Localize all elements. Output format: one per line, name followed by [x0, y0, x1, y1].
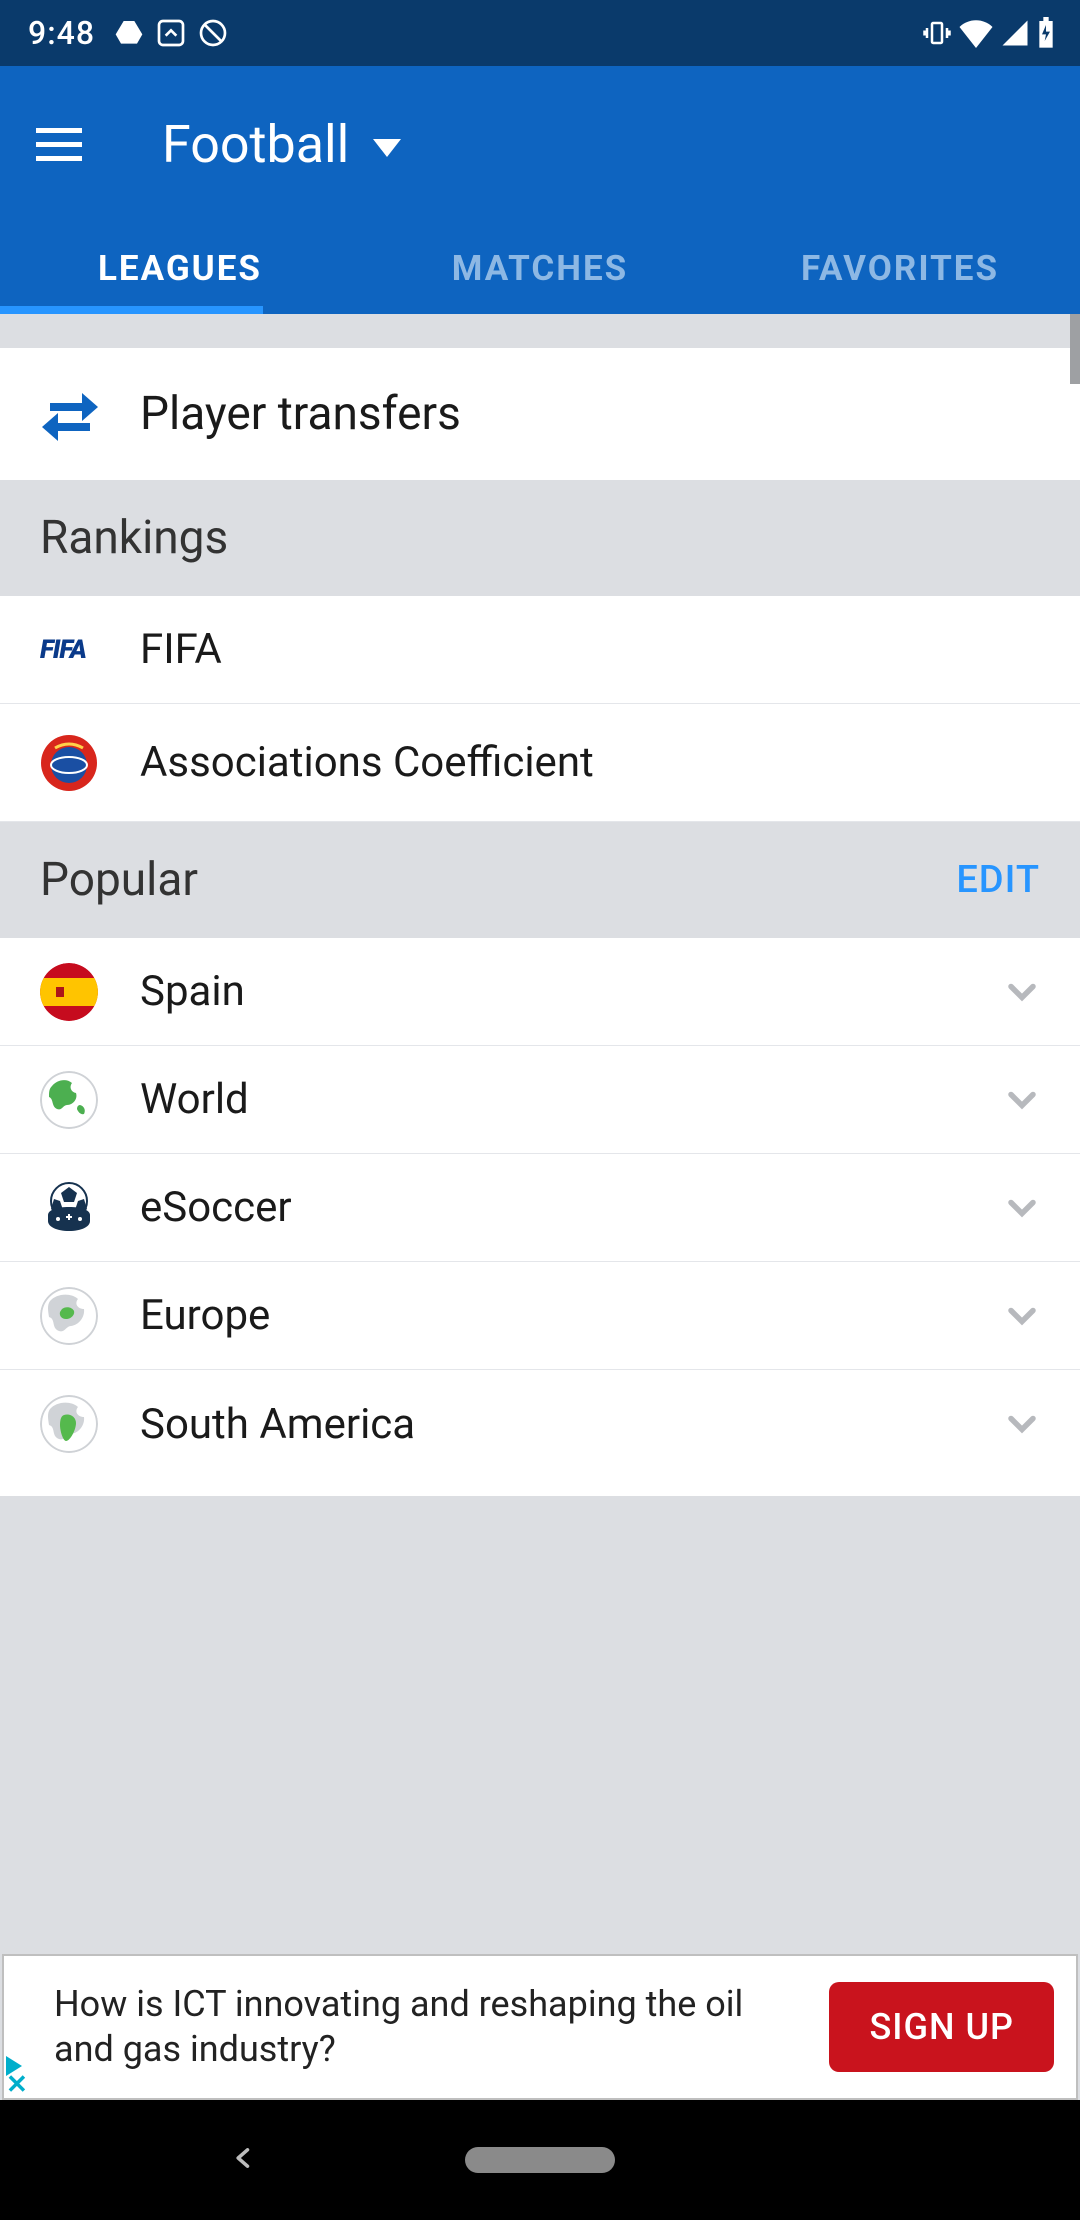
- tab-matches[interactable]: MATCHES: [360, 222, 720, 314]
- uefa-icon: [40, 734, 98, 792]
- row-label: Europe: [140, 1291, 1000, 1340]
- row-south-america[interactable]: South America: [0, 1370, 1080, 1478]
- drive-icon: [113, 17, 145, 49]
- system-nav-bar: [0, 2100, 1080, 2220]
- ad-text: How is ICT innovating and reshaping the …: [54, 1982, 829, 2072]
- row-world[interactable]: World: [0, 1046, 1080, 1154]
- app-icon: [155, 17, 187, 49]
- status-bar: 9:48: [0, 0, 1080, 66]
- transfers-icon: [40, 387, 100, 441]
- section-rankings-header: Rankings: [0, 480, 1080, 596]
- row-associations-coefficient[interactable]: Associations Coefficient: [0, 704, 1080, 822]
- section-title: Popular: [40, 853, 198, 907]
- menu-button[interactable]: [36, 116, 92, 172]
- row-label: FIFA: [140, 625, 1044, 674]
- globe-europe-icon: [40, 1287, 98, 1345]
- fifa-icon: FIFA: [40, 635, 86, 665]
- status-time: 9:48: [28, 14, 95, 52]
- tab-favorites[interactable]: FAVORITES: [720, 222, 1080, 314]
- tabs: LEAGUES MATCHES FAVORITES: [0, 222, 1080, 314]
- ad-signup-button[interactable]: SIGN UP: [829, 1982, 1054, 2072]
- status-system-icons: [922, 17, 1056, 49]
- section-popular-header: Popular EDIT: [0, 822, 1080, 938]
- sport-selector[interactable]: Football: [162, 114, 401, 175]
- chevron-down-icon: [1000, 1402, 1044, 1446]
- status-app-icons: [113, 17, 229, 49]
- section-title: Rankings: [40, 511, 228, 565]
- row-label: Spain: [140, 967, 1000, 1016]
- row-player-transfers[interactable]: Player transfers: [0, 348, 1080, 480]
- app-title: Football: [162, 114, 349, 175]
- row-label: World: [140, 1075, 1000, 1124]
- battery-charging-icon: [1036, 17, 1056, 49]
- chevron-down-icon: [1000, 970, 1044, 1014]
- vibrate-icon: [922, 18, 952, 48]
- home-pill[interactable]: [465, 2147, 615, 2173]
- cell-signal-icon: [1000, 18, 1030, 48]
- scrollbar[interactable]: [1070, 314, 1080, 384]
- content: Player transfers Rankings FIFA FIFA: [0, 314, 1080, 1954]
- wifi-icon: [958, 18, 994, 48]
- flag-spain-icon: [40, 963, 98, 1021]
- ad-close-icon[interactable]: ✕: [6, 2070, 28, 2100]
- globe-icon: [40, 1071, 98, 1129]
- row-esoccer[interactable]: eSoccer: [0, 1154, 1080, 1262]
- row-spain[interactable]: Spain: [0, 938, 1080, 1046]
- chevron-down-icon: [1000, 1294, 1044, 1338]
- row-label: South America: [140, 1400, 1000, 1449]
- chevron-down-icon: [1000, 1186, 1044, 1230]
- sync-off-icon: [197, 17, 229, 49]
- chevron-down-icon: [1000, 1078, 1044, 1122]
- row-label: eSoccer: [140, 1183, 1000, 1232]
- app-header: Football LEAGUES MATCHES FAVORITES: [0, 66, 1080, 314]
- ad-banner[interactable]: ✕ How is ICT innovating and reshaping th…: [2, 1954, 1078, 2100]
- row-fifa[interactable]: FIFA FIFA: [0, 596, 1080, 704]
- row-label: Player transfers: [140, 387, 1044, 441]
- back-button[interactable]: [230, 2144, 258, 2176]
- globe-south-america-icon: [40, 1395, 98, 1453]
- tab-leagues[interactable]: LEAGUES: [0, 222, 360, 314]
- chevron-down-icon: [373, 139, 401, 157]
- edit-button[interactable]: EDIT: [956, 858, 1040, 902]
- esoccer-icon: [40, 1179, 98, 1237]
- row-label: Associations Coefficient: [140, 738, 1044, 787]
- row-europe[interactable]: Europe: [0, 1262, 1080, 1370]
